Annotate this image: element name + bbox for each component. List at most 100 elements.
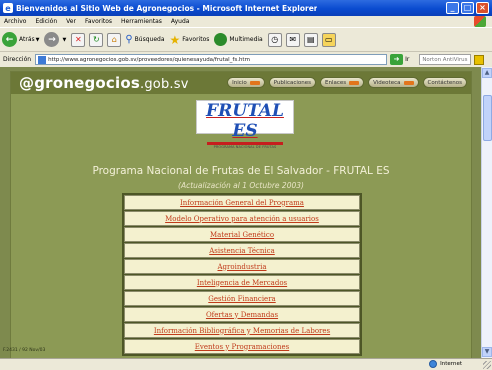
zone-label: Internet (440, 361, 462, 367)
menu-row[interactable]: Material Genético (124, 227, 360, 242)
link-inteligencia-mercados[interactable]: Inteligencia de Mercados (197, 279, 287, 287)
page-meta: F.2431 / 92 Nov/03 (3, 348, 46, 353)
link-informacion-general[interactable]: Información General del Programa (180, 199, 304, 207)
folder-icon[interactable]: ▭ (321, 32, 336, 47)
forward-button[interactable]: → ▼ (44, 32, 66, 47)
search-icon: ⚲ (125, 34, 133, 45)
menu-row[interactable]: Información General del Programa (124, 195, 360, 210)
chevron-down-icon: ▼ (62, 36, 67, 43)
site-header: @gronegocios.gob.sv Inicio Publicaciones… (11, 72, 471, 94)
link-material-genetico[interactable]: Material Genético (210, 231, 274, 239)
nav-publicaciones[interactable]: Publicaciones (268, 77, 316, 88)
menu-herramientas[interactable]: Herramientas (121, 18, 162, 25)
scroll-down-icon[interactable]: ▼ (482, 347, 492, 357)
ie-icon: e (3, 3, 13, 13)
globe-icon (429, 360, 438, 368)
menu-bar: Archivo Edición Ver Favoritos Herramient… (0, 16, 492, 27)
window-title: Bienvenidos al Sitio Web de Agronegocios… (16, 3, 318, 13)
media-label: Multimedia (229, 36, 263, 43)
menu-row[interactable]: Inteligencia de Mercados (124, 275, 360, 290)
nav-videoteca-label: Videoteca (373, 79, 401, 86)
link-modelo-operativo[interactable]: Modelo Operativo para atención a usuario… (165, 215, 319, 223)
page-icon (38, 55, 47, 64)
site-logo-text: @gronegocios (19, 74, 141, 92)
back-label: Atrás (19, 36, 35, 43)
link-eventos-programaciones[interactable]: Eventos y Programaciones (195, 343, 289, 351)
media-icon (214, 33, 228, 46)
back-arrow-icon: ← (2, 32, 17, 47)
nav-inicio[interactable]: Inicio (227, 77, 265, 88)
nav-videoteca[interactable]: Videoteca (368, 77, 419, 88)
refresh-icon[interactable]: ↻ (89, 32, 104, 47)
history-icon[interactable]: ◷ (267, 32, 282, 47)
windows-logo-icon (474, 16, 486, 27)
arrow-icon (349, 80, 360, 85)
menu-row[interactable]: Eventos y Programaciones (124, 339, 360, 354)
minimize-button[interactable]: _ (446, 2, 459, 14)
nav-enlaces-label: Enlaces (325, 79, 347, 86)
menu-archivo[interactable]: Archivo (4, 18, 26, 25)
frutal-logo-text: FRUTAL ES (206, 101, 284, 141)
site-logo[interactable]: @gronegocios.gob.sv (19, 74, 189, 92)
frutal-logo-tagline: PROGRAMA NACIONAL DE FRUTAS (213, 145, 277, 149)
search-button[interactable]: ⚲ Búsqueda (125, 34, 164, 45)
print-icon[interactable]: ▤ (303, 32, 318, 47)
forward-arrow-icon: → (44, 32, 60, 47)
nav-publicaciones-label: Publicaciones (273, 79, 311, 86)
mail-icon[interactable]: ✉ (285, 32, 300, 47)
nav-inicio-label: Inicio (232, 79, 247, 86)
arrow-icon (403, 80, 414, 85)
resize-grip-icon[interactable] (483, 361, 491, 369)
menu-row[interactable]: Información Bibliográfica y Memorias de … (124, 323, 360, 338)
go-arrow-icon[interactable]: ➜ (390, 54, 404, 65)
link-gestion-financiera[interactable]: Gestión Financiera (208, 295, 275, 303)
menu-row[interactable]: Asistencia Técnica (124, 243, 360, 258)
window-title-bar[interactable]: e Bienvenidos al Sitio Web de Agronegoci… (0, 0, 492, 16)
address-input[interactable]: http://www.agronegocios.gob.sv/proveedor… (35, 54, 388, 65)
link-ofertas-demandas[interactable]: Ofertas y Demandas (206, 311, 278, 319)
program-subtitle: (Actualización al 1 Octubre 2003) (178, 181, 304, 190)
close-button[interactable]: × (476, 2, 489, 14)
site-nav: Inicio Publicaciones Enlaces Videoteca C… (227, 77, 467, 88)
media-button[interactable]: Multimedia (214, 33, 263, 46)
back-button[interactable]: ← Atrás ▼ (2, 32, 39, 47)
program-title: Programa Nacional de Frutas de El Salvad… (92, 165, 390, 177)
menu-row[interactable]: Gestión Financiera (124, 291, 360, 306)
maximize-button[interactable]: □ (461, 2, 474, 14)
go-label[interactable]: Ir (405, 56, 409, 63)
menu-ver[interactable]: Ver (66, 18, 76, 25)
status-bar: Internet (0, 358, 492, 370)
menu-row[interactable]: Ofertas y Demandas (124, 307, 360, 322)
nav-contactenos[interactable]: Contáctenos (422, 77, 467, 88)
menu-row[interactable]: Modelo Operativo para atención a usuario… (124, 211, 360, 226)
scroll-thumb[interactable] (483, 95, 492, 141)
link-informacion-bibliografica[interactable]: Información Bibliográfica y Memorias de … (154, 327, 330, 335)
link-asistencia-tecnica[interactable]: Asistencia Técnica (209, 247, 275, 255)
vertical-scrollbar[interactable]: ▲ ▼ (481, 67, 492, 358)
program-menu: Información General del Programa Modelo … (122, 193, 362, 356)
norton-label: Norton AntiVirus (422, 57, 468, 63)
frutal-es-logo: FRUTAL ES PROGRAMA NACIONAL DE FRUTAS (196, 100, 294, 149)
favorites-star-icon: ★ (169, 32, 181, 47)
favorites-button[interactable]: ★ Favoritos (170, 33, 210, 47)
scroll-up-icon[interactable]: ▲ (482, 68, 492, 78)
address-bar: Dirección http://www.agronegocios.gob.sv… (0, 51, 492, 67)
link-agroindustria[interactable]: Agroindustria (218, 263, 267, 271)
menu-favoritos[interactable]: Favoritos (85, 18, 112, 25)
security-zone: Internet (429, 360, 462, 368)
content-viewport: @gronegocios.gob.sv Inicio Publicaciones… (0, 67, 481, 358)
norton-icon[interactable] (474, 54, 485, 65)
favorites-label: Favoritos (182, 36, 210, 43)
norton-antivirus-button[interactable]: Norton AntiVirus (419, 54, 472, 65)
address-url: http://www.agronegocios.gob.sv/proveedor… (48, 56, 250, 63)
stop-icon[interactable]: ✕ (71, 32, 86, 47)
menu-edicion[interactable]: Edición (35, 18, 57, 25)
menu-row[interactable]: Agroindustria (124, 259, 360, 274)
home-icon[interactable]: ⌂ (107, 32, 122, 47)
nav-contactenos-label: Contáctenos (427, 79, 463, 86)
toolbar: ← Atrás ▼ → ▼ ✕ ↻ ⌂ ⚲ Búsqueda ★ Favorit… (0, 27, 492, 51)
web-page: @gronegocios.gob.sv Inicio Publicaciones… (10, 71, 472, 358)
chevron-down-icon: ▼ (35, 36, 40, 43)
nav-enlaces[interactable]: Enlaces (320, 77, 365, 88)
menu-ayuda[interactable]: Ayuda (171, 18, 190, 25)
